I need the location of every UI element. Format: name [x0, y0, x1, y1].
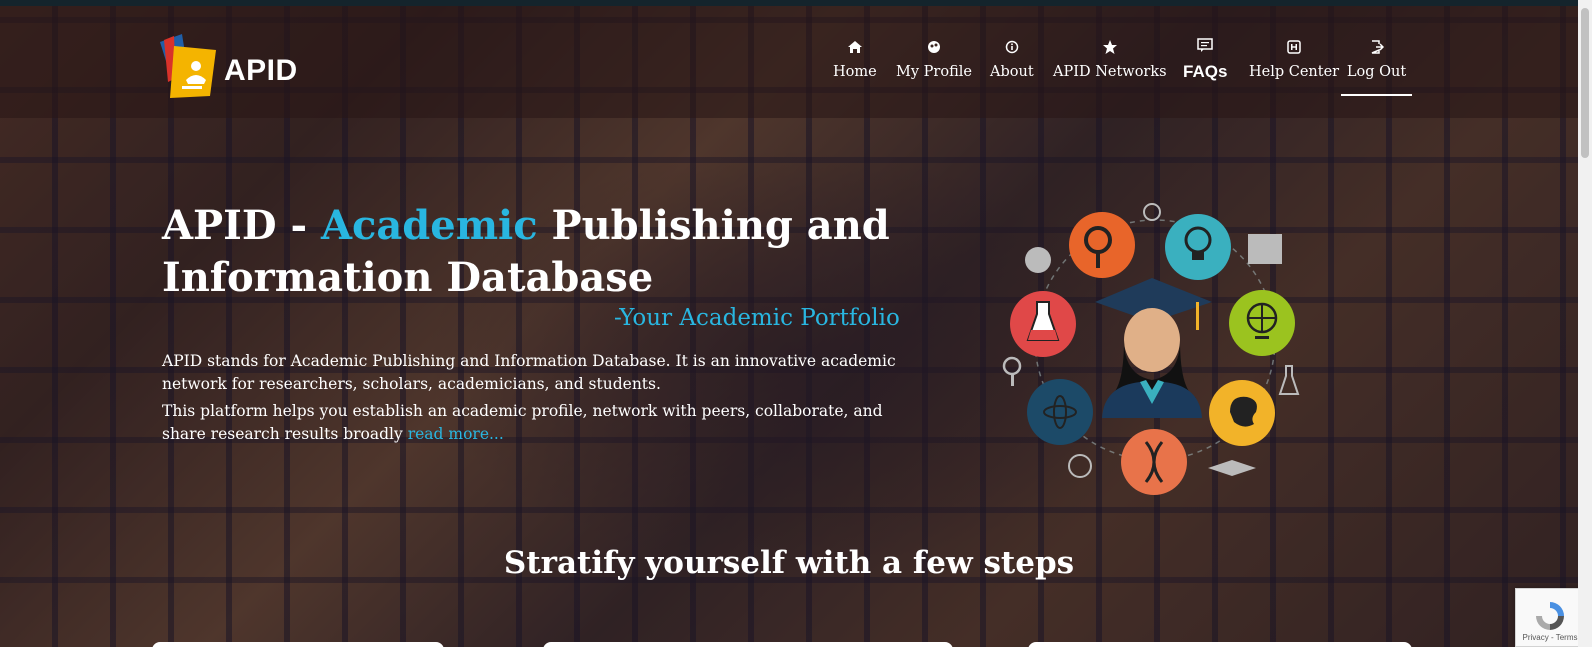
books-small-icon — [1248, 234, 1282, 264]
step-card-1[interactable] — [152, 642, 444, 647]
step-card-3[interactable] — [1028, 642, 1412, 647]
flask-small-icon — [1278, 365, 1300, 395]
apid-logo[interactable]: APID — [152, 32, 297, 104]
faq-icon — [1197, 36, 1213, 54]
hero-title-part1: APID - — [162, 202, 321, 249]
nav-log-out-label: Log Out — [1346, 64, 1407, 80]
cap-small-icon — [1208, 460, 1256, 476]
logo-text: APID — [224, 54, 298, 87]
apid-logo-icon — [160, 34, 216, 98]
nav-help-center-label: Help Center — [1249, 64, 1340, 80]
palette-small-icon — [1025, 247, 1051, 273]
magnifier-small-icon — [1002, 356, 1022, 376]
nav-my-profile-label: My Profile — [896, 64, 972, 80]
logout-icon — [1370, 38, 1384, 56]
steps-heading: Stratify yourself with a few steps — [503, 545, 1075, 581]
nav-apid-networks[interactable]: APID Networks — [1053, 38, 1167, 80]
lightbulb-circle-icon — [1165, 214, 1231, 280]
hero-tagline: -Your Academic Portfolio — [614, 305, 900, 331]
info-icon — [1005, 38, 1019, 56]
nav-faqs[interactable]: FAQs — [1183, 36, 1227, 82]
star-icon — [1102, 38, 1118, 56]
hero-title-accent: Academic — [320, 202, 538, 249]
atom-circle-icon — [1027, 379, 1093, 445]
hero-desc-2: This platform helps you establish an aca… — [162, 400, 902, 446]
home-icon — [847, 38, 863, 56]
magnifier-circle-icon — [1069, 212, 1135, 278]
nav-apid-networks-label: APID Networks — [1053, 64, 1167, 80]
hero-title: APID - Academic Publishing and Informati… — [162, 200, 922, 304]
recaptcha-icon — [1536, 602, 1564, 630]
recaptcha-badge[interactable]: Privacy - Terms — [1515, 588, 1585, 647]
nav-log-out[interactable]: Log Out — [1341, 38, 1412, 96]
recaptcha-text: Privacy - Terms — [1522, 633, 1578, 642]
atom-small-icon — [1143, 203, 1161, 221]
scrollbar-thumb[interactable] — [1581, 8, 1589, 158]
globe-small-icon — [1068, 454, 1092, 478]
nav-my-profile[interactable]: My Profile — [896, 38, 972, 80]
read-more-link[interactable]: read more... — [408, 425, 504, 443]
nav-faqs-label: FAQs — [1183, 62, 1228, 81]
hero-desc-1: APID stands for Academic Publishing and … — [162, 352, 896, 393]
nav-help-center[interactable]: Help Center — [1249, 38, 1339, 80]
nav-about[interactable]: About — [990, 38, 1034, 80]
help-icon — [1287, 38, 1301, 56]
nav-about-label: About — [990, 64, 1034, 80]
page-scrollbar[interactable] — [1578, 0, 1592, 647]
step-card-2[interactable] — [543, 642, 953, 647]
nav-home-label: Home — [833, 64, 877, 80]
hero-description: APID stands for Academic Publishing and … — [162, 350, 902, 446]
nav-home[interactable]: Home — [833, 38, 877, 80]
hero-desc-2-text: This platform helps you establish an aca… — [162, 402, 883, 443]
academic-illustration — [1002, 203, 1300, 495]
profile-icon — [927, 38, 941, 56]
